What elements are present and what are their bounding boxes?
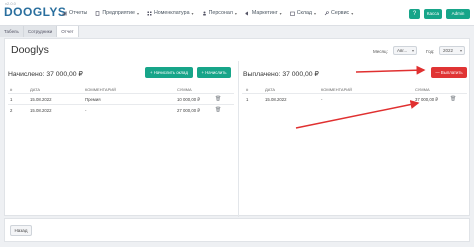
table-cell-num: 2 bbox=[10, 108, 13, 113]
nav-warehouse[interactable]: Склад ▾ bbox=[289, 10, 317, 16]
chevron-down-icon: ▾ bbox=[279, 10, 282, 16]
nav-enterprise[interactable]: Предприятие ▾ bbox=[95, 10, 139, 16]
report-panel: Dooglys Месяц: Авг... ▾ Год: 2022 ▾ Начи… bbox=[4, 38, 470, 217]
col-header-date: ДАТА bbox=[265, 87, 276, 92]
chevron-down-icon: ▾ bbox=[191, 10, 194, 16]
help-button[interactable]: ? bbox=[409, 9, 420, 19]
month-label: Месяц: bbox=[373, 49, 388, 54]
col-header-amount: СУММА bbox=[177, 87, 192, 92]
trash-icon[interactable]: 🗑 bbox=[215, 107, 221, 113]
table-cell-num: 1 bbox=[10, 97, 13, 102]
year-select[interactable]: 2022 ▾ bbox=[439, 46, 465, 55]
table-cell-date: 15.08.2022 bbox=[265, 97, 287, 102]
nav-reports[interactable]: Отчеты bbox=[62, 10, 87, 16]
person-icon bbox=[202, 11, 206, 15]
nav-nomenclature-label: Номенклатура bbox=[153, 10, 190, 16]
trash-icon[interactable]: 🗑 bbox=[450, 96, 456, 102]
chevron-down-icon: ▾ bbox=[136, 10, 139, 16]
col-header-amount: СУММА bbox=[415, 87, 430, 92]
nav-marketing[interactable]: Маркетинг ▾ bbox=[245, 10, 282, 16]
app-logo[interactable]: DOOGLYS bbox=[4, 5, 66, 19]
table-cell-comment: - bbox=[85, 108, 87, 113]
paid-title: Выплачено: 37 000,00 ₽ bbox=[243, 71, 319, 78]
col-header-comment: КОММЕНТАРИЙ bbox=[85, 87, 117, 92]
table-cell-comment: Премия bbox=[85, 97, 101, 102]
table-divider bbox=[242, 93, 467, 94]
table-cell-amount: 37 000,00 ₽ bbox=[415, 97, 439, 102]
chevron-down-icon: ▾ bbox=[459, 48, 462, 53]
nav-warehouse-label: Склад bbox=[296, 10, 313, 16]
wrench-icon bbox=[324, 10, 329, 15]
nav-personnel-label: Персонал bbox=[208, 10, 233, 16]
chart-icon bbox=[62, 11, 67, 15]
col-header-num: # bbox=[246, 87, 249, 92]
chevron-down-icon: ▾ bbox=[351, 10, 354, 16]
pay-button[interactable]: — Выплатить bbox=[431, 67, 467, 78]
tab-timesheet[interactable]: Табель bbox=[0, 26, 24, 37]
month-select[interactable]: Авг... ▾ bbox=[393, 46, 417, 55]
table-cell-amount: 10 000,00 ₽ bbox=[177, 97, 201, 102]
trash-icon[interactable]: 🗑 bbox=[215, 96, 221, 102]
megaphone-icon bbox=[245, 11, 248, 15]
chevron-down-icon: ▾ bbox=[314, 10, 317, 16]
accrued-title: Начислено: 37 000,00 ₽ bbox=[8, 71, 83, 78]
table-cell-date: 15.08.2022 bbox=[30, 97, 52, 102]
month-select-value: Авг... bbox=[397, 48, 408, 53]
top-navbar: v2.0.0 DOOGLYS Отчеты Предприятие ▾ Номе… bbox=[0, 0, 474, 26]
table-cell-date: 15.08.2022 bbox=[30, 108, 52, 113]
cash-button[interactable]: Касса bbox=[424, 9, 442, 19]
nav-reports-label: Отчеты bbox=[69, 10, 88, 16]
accrue-button[interactable]: + Начислить bbox=[197, 67, 231, 78]
nav-enterprise-label: Предприятие bbox=[102, 10, 135, 16]
chevron-down-icon: ▾ bbox=[411, 48, 414, 53]
nav-nomenclature[interactable]: Номенклатура ▾ bbox=[147, 10, 194, 16]
grid-icon bbox=[147, 11, 152, 15]
box-icon bbox=[289, 11, 295, 16]
table-cell-num: 1 bbox=[246, 97, 249, 102]
nav-marketing-label: Маркетинг bbox=[251, 10, 278, 16]
sub-tabs: Табель Сотрудники Отчет bbox=[0, 26, 79, 37]
tab-report[interactable]: Отчет bbox=[57, 26, 79, 37]
footer-bar: Назад bbox=[4, 218, 470, 242]
main-nav: Отчеты Предприятие ▾ Номенклатура ▾ Перс… bbox=[62, 10, 353, 16]
col-header-comment: КОММЕНТАРИЙ bbox=[321, 87, 353, 92]
nav-personnel[interactable]: Персонал ▾ bbox=[202, 10, 237, 16]
nav-service[interactable]: Сервис ▾ bbox=[324, 10, 353, 16]
back-button[interactable]: Назад bbox=[10, 225, 32, 236]
year-select-value: 2022 bbox=[443, 48, 454, 53]
tab-employees[interactable]: Сотрудники bbox=[23, 26, 58, 37]
table-cell-comment: - bbox=[321, 97, 323, 102]
building-icon bbox=[96, 10, 100, 16]
page-title: Dooglys bbox=[11, 44, 49, 56]
table-divider bbox=[8, 93, 234, 94]
section-divider bbox=[238, 61, 239, 217]
year-label: Год: bbox=[426, 49, 435, 54]
table-cell-amount: 27 000,00 ₽ bbox=[177, 108, 201, 113]
col-header-date: ДАТА bbox=[30, 87, 41, 92]
table-divider bbox=[8, 104, 234, 105]
col-header-num: # bbox=[10, 87, 13, 92]
user-menu-button[interactable]: Admin bbox=[446, 9, 470, 19]
accrue-salary-button[interactable]: + Начислить оклад bbox=[145, 67, 193, 78]
chevron-down-icon: ▾ bbox=[234, 10, 237, 16]
nav-service-label: Сервис bbox=[331, 10, 350, 16]
